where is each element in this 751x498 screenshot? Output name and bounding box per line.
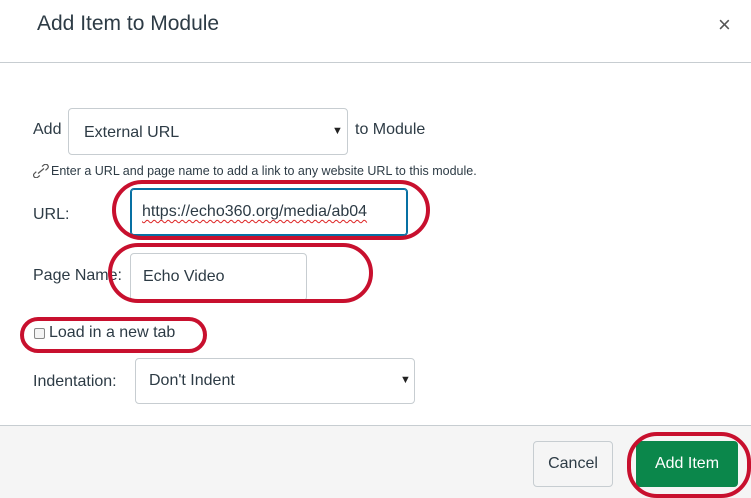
add-label: Add (33, 121, 62, 138)
dialog-title: Add Item to Module (37, 12, 220, 35)
indentation-value: Don't Indent (149, 372, 235, 389)
url-hint: Enter a URL and page name to add a link … (33, 164, 477, 178)
dialog-footer: Cancel Add Item (0, 425, 751, 498)
item-type-select[interactable]: External URL ▼ (68, 108, 348, 155)
caret-down-icon: ▼ (332, 125, 343, 137)
page-name-input[interactable]: Echo Video (130, 253, 307, 301)
indentation-label: Indentation: (33, 373, 117, 390)
close-icon[interactable]: × (718, 14, 731, 36)
to-module-label: to Module (355, 121, 426, 138)
page-name-value: Echo Video (143, 268, 225, 285)
dialog-header: Add Item to Module × (0, 0, 751, 63)
item-type-value: External URL (84, 124, 180, 141)
cancel-button[interactable]: Cancel (533, 441, 613, 487)
url-input-value: https://echo360.org/media/ab04 (142, 203, 368, 220)
add-item-dialog: Add Item to Module × Add External URL ▼ … (0, 0, 751, 498)
url-label: URL: (33, 206, 70, 223)
add-item-button[interactable]: Add Item (636, 441, 738, 487)
page-name-label: Page Name: (33, 267, 122, 284)
caret-down-icon: ▼ (400, 374, 411, 386)
link-icon (33, 164, 49, 178)
url-hint-text: Enter a URL and page name to add a link … (51, 164, 477, 178)
new-tab-option[interactable]: Load in a new tab (34, 324, 175, 342)
new-tab-label: Load in a new tab (49, 324, 176, 341)
url-input[interactable]: https://echo360.org/media/ab04 (130, 188, 408, 236)
indentation-select[interactable]: Don't Indent ▼ (135, 358, 415, 404)
new-tab-checkbox[interactable] (34, 327, 45, 339)
